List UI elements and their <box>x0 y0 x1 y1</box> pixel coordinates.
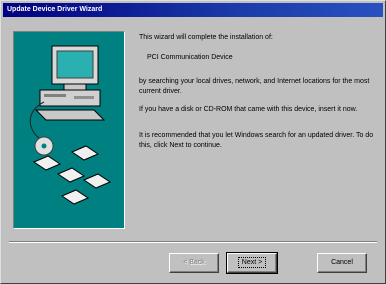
disk-instructions: If you have a disk or CD-ROM that came w… <box>139 106 358 113</box>
next-button-label: Next > <box>237 257 267 268</box>
back-button[interactable]: < Back <box>169 253 219 273</box>
button-separator <box>9 241 377 243</box>
cancel-button[interactable]: Cancel <box>317 253 367 273</box>
computer-and-disks-icon <box>29 45 112 205</box>
intro-text: This wizard will complete the installati… <box>139 34 273 41</box>
device-name: PCI Communication Device <box>147 54 233 61</box>
search-description: by searching your local drives, network,… <box>139 78 370 95</box>
recommendation-text: It is recommended that you let Windows s… <box>139 132 374 149</box>
wizard-window: Update Device Driver Wizard This wizard … <box>0 0 386 284</box>
next-button[interactable]: Next > <box>226 252 278 274</box>
wizard-illustration <box>13 31 125 229</box>
title-bar[interactable]: Update Device Driver Wizard <box>3 3 383 17</box>
